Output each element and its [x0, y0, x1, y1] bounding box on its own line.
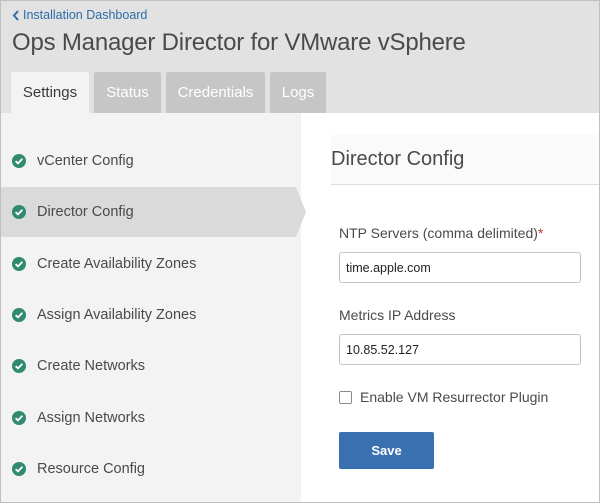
section-title: Director Config [331, 148, 465, 170]
main-panel: Director Config NTP Servers (comma delim… [311, 113, 599, 502]
check-circle-icon [12, 257, 26, 271]
tab-settings[interactable]: Settings [11, 72, 89, 113]
check-circle-icon [12, 359, 26, 373]
app-frame: Installation Dashboard Ops Manager Direc… [0, 0, 600, 503]
tab-status[interactable]: Status [94, 72, 161, 113]
check-circle-icon [12, 205, 26, 219]
resurrector-label: Enable VM Resurrector Plugin [360, 389, 549, 405]
section-header: Director Config [331, 135, 599, 185]
tab-logs[interactable]: Logs [270, 72, 326, 113]
back-link-label: Installation Dashboard [23, 8, 148, 22]
tab-bar: Settings Status Credentials Logs [11, 72, 331, 113]
check-circle-icon [12, 411, 26, 425]
sidebar-item-label: Assign Networks [37, 410, 145, 426]
sidebar-item-vcenter-config[interactable]: vCenter Config [1, 136, 301, 186]
page-header: Installation Dashboard Ops Manager Direc… [1, 1, 599, 113]
active-item-pointer [296, 187, 306, 237]
ntp-servers-label-text: NTP Servers (comma delimited) [339, 225, 538, 241]
ntp-servers-input[interactable] [339, 252, 581, 283]
sidebar-item-resource-config[interactable]: Resource Config [1, 444, 301, 494]
page-title: Ops Manager Director for VMware vSphere [12, 29, 466, 56]
resurrector-checkbox[interactable] [339, 390, 352, 404]
save-button[interactable]: Save [339, 432, 434, 469]
tab-credentials[interactable]: Credentials [166, 72, 265, 113]
chevron-left-icon [12, 9, 19, 21]
sidebar-item-label: Assign Availability Zones [37, 307, 197, 323]
sidebar-item-label: Resource Config [37, 461, 145, 477]
sidebar-item-create-networks[interactable]: Create Networks [1, 341, 301, 391]
back-link[interactable]: Installation Dashboard [12, 8, 147, 22]
check-circle-icon [12, 308, 26, 322]
sidebar-item-director-config[interactable]: Director Config [1, 187, 306, 237]
resurrector-option[interactable]: Enable VM Resurrector Plugin [339, 389, 548, 405]
check-circle-icon [12, 154, 26, 168]
metrics-ip-input[interactable] [339, 334, 581, 365]
sidebar-item-label: Director Config [37, 204, 134, 220]
sidebar-item-label: Create Networks [37, 358, 145, 374]
sidebar-item-assign-availability-zones[interactable]: Assign Availability Zones [1, 290, 301, 340]
sidebar-item-label: vCenter Config [37, 153, 134, 169]
sidebar: vCenter Config Director Config Create Av… [1, 113, 306, 502]
sidebar-item-label: Create Availability Zones [37, 256, 197, 272]
sidebar-item-create-availability-zones[interactable]: Create Availability Zones [1, 239, 301, 289]
check-circle-icon [12, 462, 26, 476]
sidebar-item-assign-networks[interactable]: Assign Networks [1, 393, 301, 443]
metrics-ip-label: Metrics IP Address [339, 307, 456, 323]
ntp-servers-label: NTP Servers (comma delimited)* [339, 225, 543, 241]
required-mark: * [537, 225, 544, 241]
